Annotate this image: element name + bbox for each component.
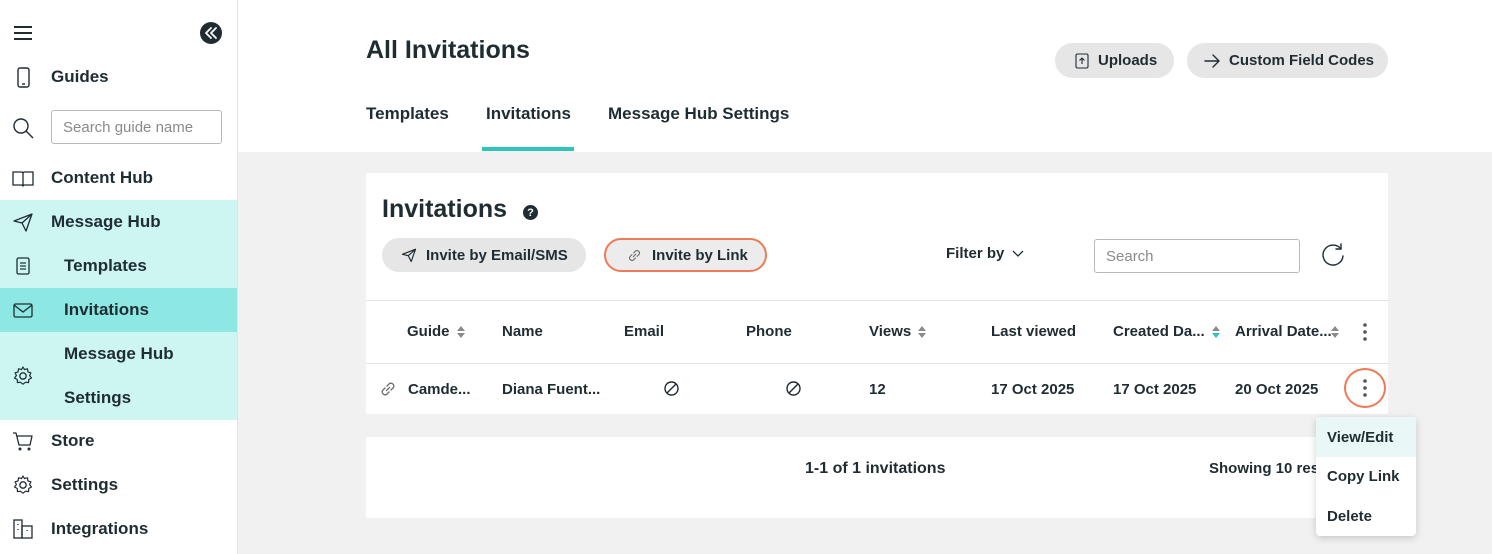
menu-item-delete[interactable]: Delete	[1316, 496, 1416, 536]
table-row-divider	[366, 363, 1388, 364]
sidebar-item-content-hub[interactable]: Content Hub	[0, 156, 237, 200]
column-header-created-date[interactable]: Created Da...	[1113, 323, 1221, 340]
invite-by-email-sms-label: Invite by Email/SMS	[426, 246, 568, 264]
sort-icon	[456, 325, 465, 338]
column-header-views[interactable]: Views	[869, 323, 927, 340]
invite-by-link-button[interactable]: Invite by Link	[604, 238, 767, 272]
table-header-divider	[366, 300, 1388, 301]
column-header-label: Phone	[746, 323, 792, 340]
column-header-label: Created Da...	[1113, 323, 1205, 340]
invitations-card	[366, 173, 1388, 414]
invite-by-email-sms-button[interactable]: Invite by Email/SMS	[382, 238, 586, 272]
tab-templates[interactable]: Templates	[366, 104, 449, 124]
sort-descending-icon	[1211, 325, 1220, 338]
cart-icon	[12, 430, 34, 452]
search-icon	[12, 117, 34, 139]
sidebar-item-templates[interactable]: Templates	[0, 244, 237, 288]
custom-field-codes-button[interactable]: Custom Field Codes	[1187, 43, 1388, 78]
sidebar-item-invitations[interactable]: Invitations	[0, 288, 237, 332]
invitations-title: Invitations	[382, 195, 508, 223]
sidebar-item-label: Settings	[51, 475, 119, 494]
uploads-button[interactable]: Uploads	[1055, 43, 1174, 78]
row-actions-button[interactable]	[1344, 368, 1386, 408]
column-options-kebab-icon[interactable]	[1360, 322, 1370, 342]
column-header-label: Arrival Date...	[1235, 323, 1332, 340]
cell-created-date: 17 Oct 2025	[1113, 381, 1197, 398]
column-header-phone: Phone	[746, 323, 792, 340]
column-header-label: Email	[624, 323, 665, 340]
envelope-icon	[12, 299, 34, 321]
uploads-label: Uploads	[1098, 52, 1158, 69]
book-icon	[12, 167, 34, 189]
results-count: 1-1 of 1 invitations	[805, 460, 946, 477]
chevron-down-icon	[1012, 250, 1024, 257]
column-header-label: Views	[869, 323, 912, 340]
search-input[interactable]	[1094, 239, 1300, 273]
cell-views: 12	[869, 381, 886, 398]
cell-last-viewed: 17 Oct 2025	[991, 381, 1075, 398]
gear-icon	[12, 474, 34, 496]
phone-icon	[12, 66, 34, 88]
column-header-arrival-date[interactable]: Arrival Date...	[1235, 323, 1340, 340]
column-header-name: Name	[502, 323, 543, 340]
menu-item-view-edit[interactable]: View/Edit	[1316, 417, 1416, 457]
paper-plane-icon	[12, 211, 34, 233]
sidebar-item-label: Templates	[64, 256, 147, 275]
menu-item-copy-link[interactable]: Copy Link	[1316, 456, 1416, 496]
no-email-icon	[663, 380, 680, 397]
upload-file-icon	[1075, 52, 1089, 69]
no-phone-icon	[785, 380, 802, 397]
cell-name[interactable]: Diana Fuent...	[502, 381, 600, 398]
tab-invitations[interactable]: Invitations	[486, 104, 571, 124]
row-actions-menu: View/Edit Copy Link Delete	[1316, 417, 1416, 536]
sidebar-item-guides[interactable]: Guides	[0, 55, 237, 99]
invite-by-link-label: Invite by Link	[652, 246, 748, 264]
sidebar-item-label: Store	[51, 431, 95, 450]
sidebar-item-integrations[interactable]: Integrations	[0, 507, 237, 551]
filter-by-dropdown[interactable]: Filter by	[946, 245, 1025, 262]
column-header-label: Name	[502, 323, 543, 340]
page-size-selector[interactable]: Showing 10 results	[1209, 460, 1319, 477]
link-icon	[629, 249, 640, 261]
column-header-last-viewed: Last viewed	[991, 323, 1076, 340]
link-icon	[378, 379, 398, 399]
sidebar: Guides Content Hub Message Hub Templates…	[0, 0, 238, 554]
sidebar-item-label: Content Hub	[51, 168, 153, 187]
arrow-right-icon	[1204, 53, 1220, 68]
column-header-label: Last viewed	[991, 323, 1077, 340]
paper-plane-icon	[401, 248, 417, 263]
page-title: All Invitations	[366, 36, 530, 64]
custom-field-codes-label: Custom Field Codes	[1229, 52, 1375, 69]
help-icon[interactable]: ?	[523, 205, 538, 220]
document-icon	[12, 255, 34, 277]
filter-by-label: Filter by	[946, 245, 1005, 262]
search-guide-input[interactable]	[51, 110, 222, 144]
active-tab-indicator	[482, 147, 574, 151]
sidebar-item-label: Message Hub	[51, 212, 161, 231]
collapse-sidebar-icon[interactable]	[200, 22, 222, 44]
sidebar-item-store[interactable]: Store	[0, 419, 237, 463]
sort-icon	[918, 325, 927, 338]
sidebar-item-label: Message Hub	[64, 344, 174, 363]
refresh-icon[interactable]	[1319, 241, 1347, 269]
sidebar-item-message-hub[interactable]: Message Hub	[0, 200, 237, 244]
sidebar-item-message-hub-settings[interactable]: Message Hub Settings	[0, 332, 237, 420]
sidebar-item-label: Invitations	[64, 300, 150, 319]
column-header-label: Guide	[407, 323, 450, 340]
sidebar-item-label: Guides	[51, 67, 109, 86]
building-icon	[12, 518, 34, 540]
sidebar-item-settings[interactable]: Settings	[0, 463, 237, 507]
tab-message-hub-settings[interactable]: Message Hub Settings	[608, 104, 789, 124]
hamburger-menu-icon[interactable]	[12, 24, 34, 42]
cell-arrival-date: 20 Oct 2025	[1235, 381, 1319, 398]
column-header-guide[interactable]: Guide	[407, 323, 466, 340]
cell-guide[interactable]: Camde...	[408, 381, 471, 398]
sidebar-item-label: Integrations	[51, 519, 149, 538]
gear-icon	[12, 365, 34, 387]
sort-icon	[1330, 325, 1339, 338]
sidebar-item-label-line2: Settings	[64, 388, 132, 407]
column-header-email: Email	[624, 323, 664, 340]
